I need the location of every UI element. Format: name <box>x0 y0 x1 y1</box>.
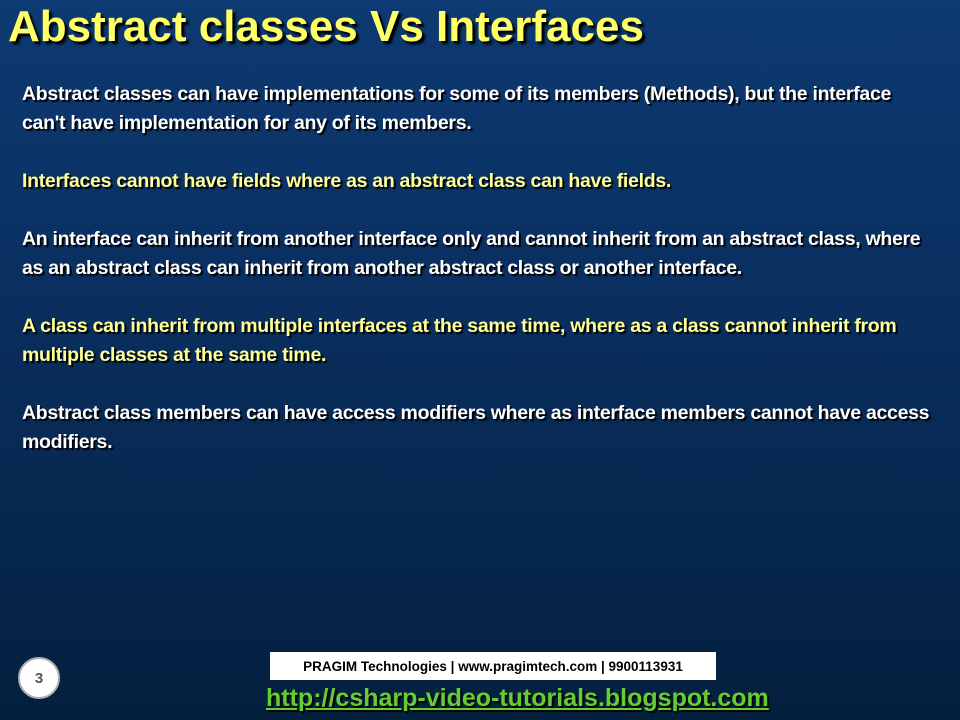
paragraph-multiple-inheritance: A class can inherit from multiple interf… <box>22 315 897 366</box>
paragraph-fields: Interfaces cannot have fields where as a… <box>22 170 671 192</box>
slide-content: Abstract classes can have implementation… <box>22 80 937 486</box>
footer-blog-link[interactable]: http://csharp-video-tutorials.blogspot.c… <box>266 684 769 713</box>
footer-company-info: PRAGIM Technologies | www.pragimtech.com… <box>270 652 716 680</box>
paragraph-implementations: Abstract classes can have implementation… <box>22 83 892 134</box>
slide-title: Abstract classes Vs Interfaces <box>8 2 644 51</box>
paragraph-interface-inheritance: An interface can inherit from another in… <box>22 228 921 279</box>
slide: Abstract classes Vs Interfaces Abstract … <box>0 0 960 720</box>
paragraph-access-modifiers: Abstract class members can have access m… <box>22 402 930 453</box>
slide-number-badge: 3 <box>18 657 60 699</box>
